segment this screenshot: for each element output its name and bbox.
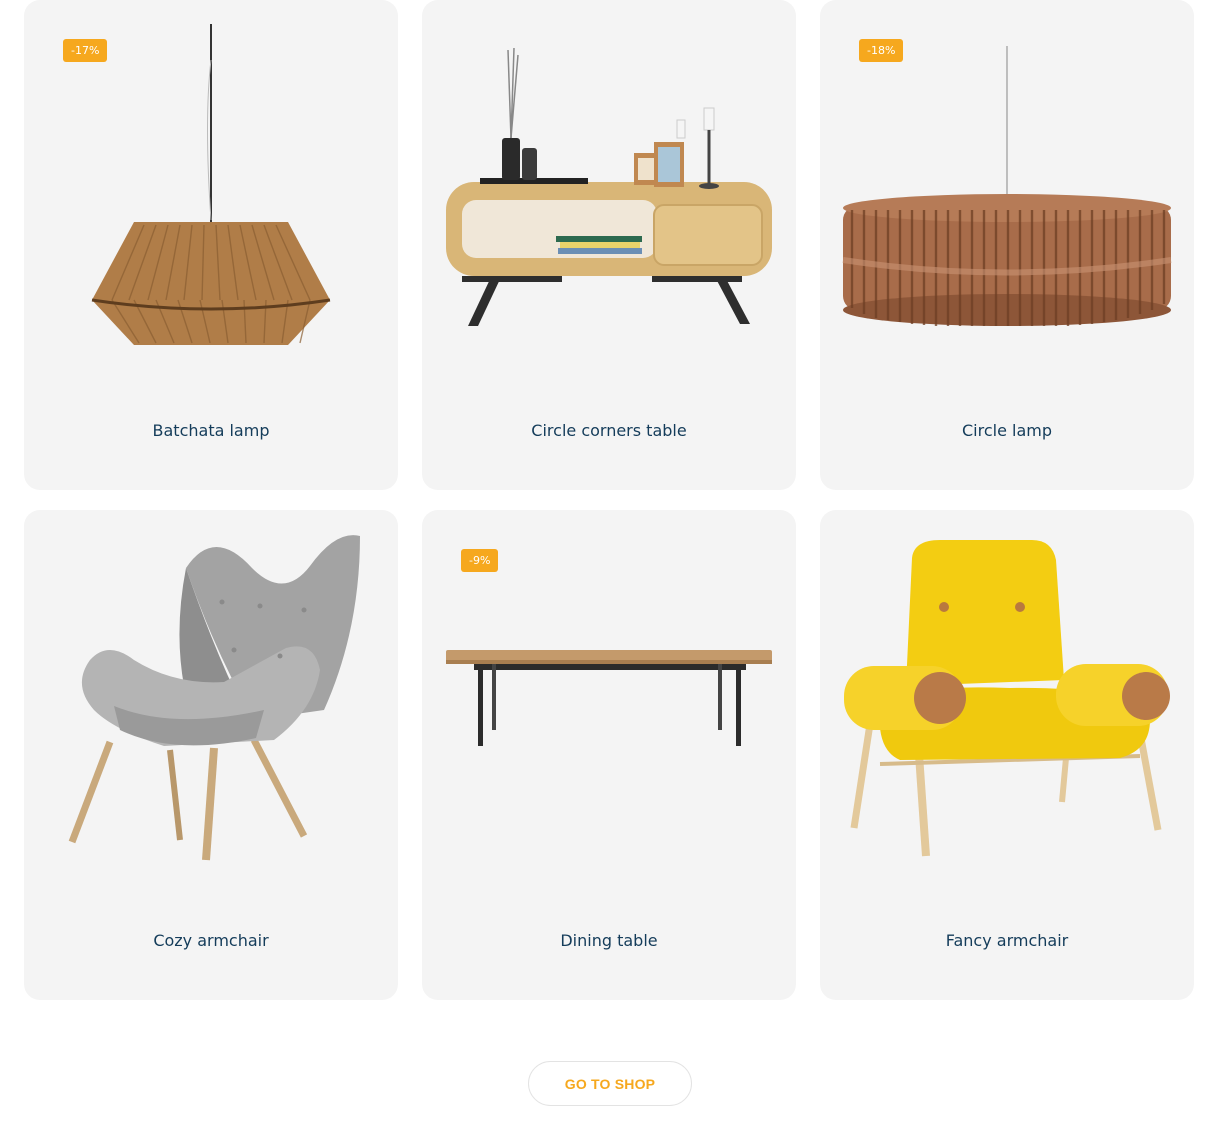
product-name[interactable]: Batchata lamp (24, 421, 398, 440)
product-card[interactable]: -9% Dining table (422, 510, 796, 1000)
grey-armchair-image (68, 535, 360, 861)
product-card[interactable]: Cozy armchair (24, 510, 398, 1000)
product-grid: -17% Batchata lamp Circle corners table … (24, 0, 1195, 1000)
product-card[interactable]: Circle corners table (422, 0, 796, 490)
discount-badge: -17% (63, 39, 108, 62)
discount-badge: -9% (461, 549, 499, 572)
product-name[interactable]: Circle lamp (820, 421, 1194, 440)
console-table-image (446, 47, 772, 326)
product-card[interactable]: -18% Circle lamp (820, 0, 1194, 490)
cta-container: GO TO SHOP (528, 1061, 692, 1106)
product-card[interactable]: -17% Batchata lamp (24, 0, 398, 490)
product-card[interactable]: Fancy armchair (820, 510, 1194, 1000)
yellow-armchair-image (844, 540, 1170, 857)
discount-badge: -18% (859, 39, 904, 62)
product-name[interactable]: Fancy armchair (820, 931, 1194, 950)
go-to-shop-button[interactable]: GO TO SHOP (528, 1061, 692, 1106)
product-name[interactable]: Dining table (422, 931, 796, 950)
product-name[interactable]: Cozy armchair (24, 931, 398, 950)
product-name[interactable]: Circle corners table (422, 421, 796, 440)
